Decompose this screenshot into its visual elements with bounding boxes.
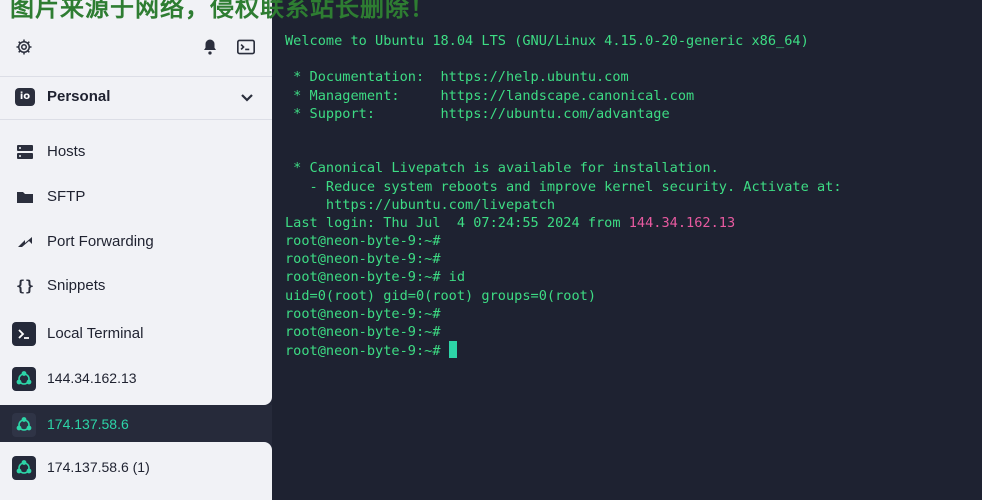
local-terminal-label: Local Terminal	[47, 325, 144, 342]
gear-icon[interactable]	[15, 38, 33, 56]
host-item[interactable]: 144.34.162.13	[0, 361, 272, 397]
nav-item-label: Port Forwarding	[47, 233, 154, 250]
sidebar: io Personal Hosts SFTP Port Forwarding {…	[0, 0, 272, 500]
nav-item-label: Snippets	[47, 277, 106, 294]
ubuntu-icon	[12, 413, 36, 437]
terminal-prompt-icon	[12, 322, 36, 346]
host-item[interactable]: 174.137.58.6 (1)	[0, 442, 272, 500]
terminal-line: * Management: https://landscape.canonica…	[285, 87, 695, 104]
sidebar-panel: io Personal Hosts SFTP Port Forwarding {…	[0, 0, 272, 405]
terminal-prompt-line[interactable]: root@neon-byte-9:~#	[285, 341, 975, 359]
terminal-line: root@neon-byte-9:~#	[285, 233, 441, 250]
terminal-line: * Support: https://ubuntu.com/advantage	[285, 105, 670, 122]
terminal-line: * Documentation: https://help.ubuntu.com	[285, 69, 629, 86]
snippets-icon: {}	[16, 277, 35, 295]
local-terminal-item[interactable]: Local Terminal	[0, 316, 272, 352]
last-login-ip: 144.34.162.13	[628, 214, 736, 231]
nav-item-snippets[interactable]: {} Snippets	[0, 268, 272, 304]
vault-logo-icon: io	[15, 88, 35, 106]
terminal-cursor	[448, 341, 457, 359]
nav-item-label: SFTP	[47, 188, 86, 205]
bell-icon[interactable]	[201, 38, 219, 56]
watermark-text: 图片来源于网络，侵权联系站长删除！	[10, 0, 435, 22]
nav-item-label: Hosts	[47, 143, 86, 160]
terminal-line: root@neon-byte-9:~#	[285, 305, 441, 322]
ubuntu-icon	[12, 367, 36, 391]
terminal-line: root@neon-byte-9:~# id	[285, 269, 466, 286]
port-forwarding-icon	[16, 233, 34, 251]
terminal-line: Welcome to Ubuntu 18.04 LTS (GNU/Linux 4…	[285, 33, 809, 49]
vault-name: Personal	[47, 88, 111, 105]
terminal-line: root@neon-byte-9:~#	[285, 251, 441, 268]
nav-item-port-forwarding[interactable]: Port Forwarding	[0, 224, 272, 260]
ubuntu-icon	[12, 456, 36, 480]
nav-item-sftp[interactable]: SFTP	[0, 179, 272, 215]
terminal-prompt: root@neon-byte-9:~#	[285, 343, 449, 360]
host-label: 174.137.58.6	[47, 416, 129, 432]
vault-selector[interactable]: io Personal	[0, 76, 272, 120]
terminal-line: uid=0(root) gid=0(root) groups=0(root)	[285, 287, 596, 304]
terminal-output[interactable]: Welcome to Ubuntu 18.04 LTS (GNU/Linux 4…	[285, 32, 975, 492]
terminal-line: * Canonical Livepatch is available for i…	[285, 160, 719, 177]
chevron-down-icon[interactable]	[240, 90, 254, 104]
host-label: 174.137.58.6 (1)	[47, 459, 150, 475]
nav-item-hosts[interactable]: Hosts	[0, 134, 272, 170]
terminal-line: https://ubuntu.com/livepatch	[285, 196, 556, 213]
folder-icon	[16, 188, 34, 206]
terminal-icon[interactable]	[236, 38, 256, 56]
terminal-line: root@neon-byte-9:~#	[285, 324, 441, 340]
last-login-line: Last login: Thu Jul 4 07:24:55 2024 from…	[285, 214, 975, 232]
host-item-active[interactable]: 174.137.58.6	[0, 405, 272, 445]
hosts-icon	[16, 143, 34, 161]
host-label: 144.34.162.13	[47, 370, 137, 386]
terminal-line: - Reduce system reboots and improve kern…	[285, 178, 842, 195]
last-login-text: Last login: Thu Jul 4 07:24:55 2024 from	[285, 214, 629, 231]
